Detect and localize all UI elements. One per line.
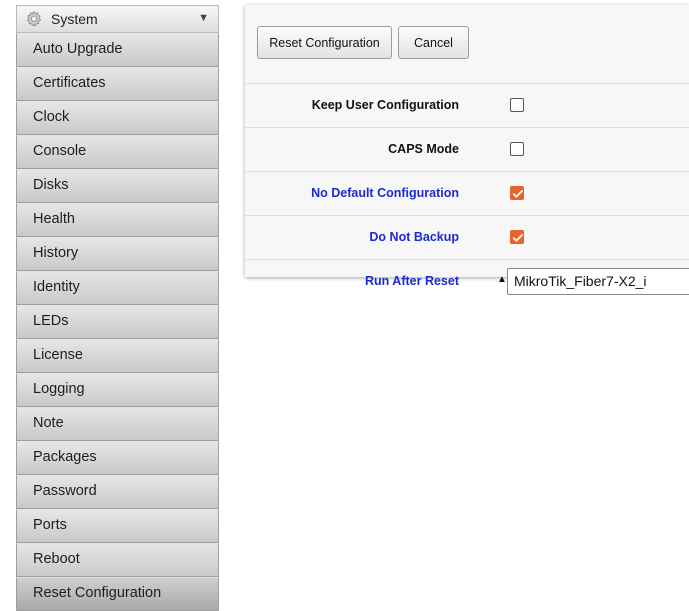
toolbar: Reset Configuration Cancel	[245, 5, 689, 84]
form-row-run-after-reset: Run After Reset ▲ MikroTik_Fiber7-X2_i	[245, 260, 689, 304]
form-row-caps-mode: CAPS Mode	[245, 128, 689, 172]
sidebar-section-label: System	[51, 11, 98, 27]
gear-icon	[25, 10, 43, 28]
reset-configuration-button[interactable]: Reset Configuration	[257, 26, 392, 59]
run-after-reset-label: Run After Reset	[365, 274, 459, 288]
sidebar-item-history[interactable]: History	[16, 237, 219, 271]
checkmark-icon	[512, 234, 523, 242]
sidebar-item-leds[interactable]: LEDs	[16, 305, 219, 339]
sidebar-item-health[interactable]: Health	[16, 203, 219, 237]
sidebar-item-auto-upgrade[interactable]: Auto Upgrade	[16, 33, 219, 67]
caps-mode-checkbox[interactable]	[510, 142, 524, 156]
sidebar-item-password[interactable]: Password	[16, 475, 219, 509]
sidebar-item-disks[interactable]: Disks	[16, 169, 219, 203]
cancel-button[interactable]: Cancel	[398, 26, 469, 59]
form-row-no-default-configuration: No Default Configuration	[245, 172, 689, 216]
chevron-down-icon[interactable]: ▼	[198, 12, 209, 24]
sidebar-item-console[interactable]: Console	[16, 135, 219, 169]
sidebar-section-system[interactable]: System ▼	[16, 5, 219, 33]
sidebar-item-certificates[interactable]: Certificates	[16, 67, 219, 101]
run-after-reset-value: MikroTik_Fiber7-X2_i	[514, 273, 647, 289]
no-default-configuration-label: No Default Configuration	[311, 186, 459, 200]
sidebar-item-packages[interactable]: Packages	[16, 441, 219, 475]
sidebar-item-clock[interactable]: Clock	[16, 101, 219, 135]
keep-user-configuration-label: Keep User Configuration	[311, 98, 459, 112]
run-after-reset-select[interactable]: MikroTik_Fiber7-X2_i	[507, 268, 689, 295]
do-not-backup-checkbox[interactable]	[510, 230, 524, 244]
sidebar-item-reboot[interactable]: Reboot	[16, 543, 219, 577]
form-row-keep-user-configuration: Keep User Configuration	[245, 84, 689, 128]
sidebar-item-reset-configuration[interactable]: Reset Configuration	[16, 577, 219, 611]
triangle-up-icon[interactable]: ▲	[497, 274, 507, 285]
caps-mode-label: CAPS Mode	[388, 142, 459, 156]
reset-configuration-panel: Reset Configuration Cancel Keep User Con…	[245, 5, 689, 295]
sidebar-item-logging[interactable]: Logging	[16, 373, 219, 407]
do-not-backup-label: Do Not Backup	[369, 230, 459, 244]
no-default-configuration-checkbox[interactable]	[510, 186, 524, 200]
checkmark-icon	[512, 190, 523, 198]
form-row-do-not-backup: Do Not Backup	[245, 216, 689, 260]
sidebar-item-note[interactable]: Note	[16, 407, 219, 441]
sidebar: System ▼ Auto Upgrade Certificates Clock…	[16, 5, 219, 611]
sidebar-item-ports[interactable]: Ports	[16, 509, 219, 543]
sidebar-item-license[interactable]: License	[16, 339, 219, 373]
keep-user-configuration-checkbox[interactable]	[510, 98, 524, 112]
sidebar-item-identity[interactable]: Identity	[16, 271, 219, 305]
